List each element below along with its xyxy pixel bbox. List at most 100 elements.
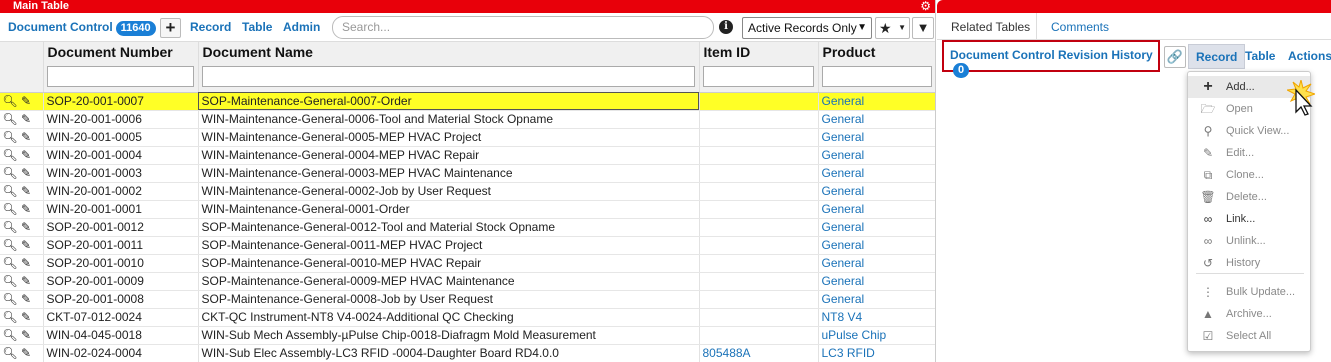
related-table-menu[interactable]: Table (1238, 44, 1282, 69)
search-icon[interactable]: 🔍︎ (2, 129, 18, 146)
table-row[interactable]: 🔍︎ ✎ SOP-20-001-0007 SOP-Maintenance-Genera… (0, 92, 935, 111)
item-id-cell[interactable] (699, 92, 819, 111)
product-link[interactable]: General (822, 94, 865, 108)
product-link[interactable]: LC3 RFID (822, 346, 875, 360)
product-link[interactable]: General (822, 130, 865, 144)
document-name-cell[interactable]: CKT-QC Instrument-NT8 V4-0024-Additional… (198, 308, 700, 327)
document-name-cell[interactable]: SOP-Maintenance-General-0012-Tool and Ma… (198, 218, 700, 237)
product-link[interactable]: General (822, 256, 865, 270)
menu-item-search[interactable]: ⚲ Quick View... (1188, 120, 1310, 142)
admin-menu-link[interactable]: Admin (283, 20, 320, 34)
product-link[interactable]: General (822, 292, 865, 306)
product-link[interactable]: General (822, 166, 865, 180)
item-id-cell[interactable] (699, 200, 819, 219)
column-header[interactable]: Document Name (198, 42, 700, 66)
menu-item-unlink[interactable]: ∞ Unlink... (1188, 230, 1310, 252)
menu-item-history[interactable]: ↺ History (1188, 252, 1310, 274)
document-name-cell[interactable]: SOP-Maintenance-General-0008-Job by User… (198, 290, 700, 309)
pencil-icon[interactable]: ✎ (18, 111, 34, 128)
item-id-filter-input[interactable] (702, 66, 814, 88)
document-number-cell[interactable]: WIN-20-001-0005 (43, 128, 199, 147)
table-row[interactable]: 🔍︎ ✎ WIN-20-001-0005 WIN-Maintenance-Genera… (0, 128, 935, 147)
product-cell[interactable]: General (818, 218, 935, 237)
product-cell[interactable]: LC3 RFID (818, 344, 935, 362)
search-icon[interactable]: 🔍︎ (2, 309, 18, 326)
search-icon[interactable]: 🔍︎ (2, 165, 18, 182)
table-row[interactable]: 🔍︎ ✎ SOP-20-001-0011 SOP-Maintenance-Genera… (0, 236, 935, 255)
document-number-cell[interactable]: SOP-20-001-0009 (43, 272, 199, 291)
table-row[interactable]: 🔍︎ ✎ WIN-20-001-0006 WIN-Maintenance-Genera… (0, 110, 935, 129)
document-name-cell[interactable]: SOP-Maintenance-General-0010-MEP HVAC Re… (198, 254, 700, 273)
product-link[interactable]: General (822, 202, 865, 216)
menu-item-archive[interactable]: ▲ Archive... (1188, 303, 1310, 325)
search-icon[interactable]: 🔍︎ (2, 273, 18, 290)
product-cell[interactable]: General (818, 146, 935, 165)
product-cell[interactable]: General (818, 290, 935, 309)
product-cell[interactable]: uPulse Chip (818, 326, 935, 345)
item-id-cell[interactable]: 805488A (699, 344, 819, 362)
item-id-cell[interactable] (699, 326, 819, 345)
document-number-cell[interactable]: WIN-02-024-0004 (43, 344, 199, 362)
table-row[interactable]: 🔍︎ ✎ SOP-20-001-0009 SOP-Maintenance-Genera… (0, 272, 935, 291)
record-menu-link[interactable]: Record (190, 20, 231, 34)
document-number-cell[interactable]: WIN-20-001-0004 (43, 146, 199, 165)
product-link[interactable]: uPulse Chip (822, 328, 887, 342)
product-cell[interactable]: General (818, 164, 935, 183)
document-name-cell[interactable]: WIN-Sub Mech Assembly-µPulse Chip-0018-D… (198, 326, 700, 345)
table-menu-link[interactable]: Table (242, 20, 272, 34)
document-number-cell[interactable]: SOP-20-001-0008 (43, 290, 199, 309)
pencil-icon[interactable]: ✎ (18, 237, 34, 254)
revision-history-tab[interactable]: Document Control Revision History 0 (942, 40, 1160, 78)
product-cell[interactable]: General (818, 200, 935, 219)
clear-filter-button[interactable]: ▼ (912, 17, 934, 39)
document-name-cell[interactable]: WIN-Maintenance-General-0001-Order (198, 200, 700, 219)
search-icon[interactable]: 🔍︎ (2, 93, 18, 110)
menu-item-trash[interactable]: 🗑︎ Delete... (1188, 186, 1310, 208)
gear-icon[interactable]: ⚙ (920, 0, 931, 13)
tab-related-tables[interactable]: Related Tables (951, 20, 1030, 34)
menu-item-bulk-update[interactable]: ⋮ Bulk Update... (1188, 281, 1310, 303)
link-button[interactable]: 🔗 (1164, 46, 1186, 68)
document-number-cell[interactable]: WIN-20-001-0001 (43, 200, 199, 219)
pencil-icon[interactable]: ✎ (18, 219, 34, 236)
item-id-cell[interactable] (699, 128, 819, 147)
search-icon[interactable]: 🔍︎ (2, 219, 18, 236)
table-row[interactable]: 🔍︎ ✎ WIN-20-001-0001 WIN-Maintenance-Genera… (0, 200, 935, 219)
table-row[interactable]: 🔍︎ ✎ SOP-20-001-0008 SOP-Maintenance-Genera… (0, 290, 935, 309)
product-link[interactable]: General (822, 184, 865, 198)
document-number-cell[interactable]: WIN-04-045-0018 (43, 326, 199, 345)
document-name-filter-input[interactable] (201, 66, 695, 88)
item-id-cell[interactable] (699, 164, 819, 183)
table-row[interactable]: 🔍︎ ✎ WIN-04-045-0018 WIN-Sub Mech Assembly-… (0, 326, 935, 345)
column-header[interactable]: Document Number (43, 42, 199, 66)
search-icon[interactable]: 🔍︎ (2, 291, 18, 308)
pencil-icon[interactable]: ✎ (18, 129, 34, 146)
item-id-cell[interactable] (699, 182, 819, 201)
document-name-cell[interactable]: SOP-Maintenance-General-0011-MEP HVAC Pr… (198, 236, 700, 255)
related-actions-menu[interactable]: Actions (1281, 44, 1331, 69)
pencil-icon[interactable]: ✎ (18, 327, 34, 344)
item-id-cell[interactable] (699, 308, 819, 327)
document-name-cell[interactable]: WIN-Maintenance-General-0005-MEP HVAC Pr… (198, 128, 700, 147)
item-id-cell[interactable] (699, 146, 819, 165)
menu-item-pencil[interactable]: ✎ Edit... (1188, 142, 1310, 164)
pencil-icon[interactable]: ✎ (18, 183, 34, 200)
document-name-cell[interactable]: WIN-Maintenance-General-0003-MEP HVAC Ma… (198, 164, 700, 183)
pencil-icon[interactable]: ✎ (18, 309, 34, 326)
product-cell[interactable]: General (818, 236, 935, 255)
info-icon[interactable]: i (719, 20, 733, 34)
document-number-cell[interactable]: SOP-20-001-0007 (43, 92, 199, 111)
item-id-link[interactable]: 805488A (703, 346, 751, 360)
product-cell[interactable]: General (818, 128, 935, 147)
pencil-icon[interactable]: ✎ (18, 345, 34, 362)
table-row[interactable]: 🔍︎ ✎ WIN-20-001-0004 WIN-Maintenance-Genera… (0, 146, 935, 165)
document-number-cell[interactable]: SOP-20-001-0010 (43, 254, 199, 273)
item-id-cell[interactable] (699, 272, 819, 291)
pencil-icon[interactable]: ✎ (18, 93, 34, 110)
search-icon[interactable]: 🔍︎ (2, 183, 18, 200)
product-cell[interactable]: General (818, 272, 935, 291)
pencil-icon[interactable]: ✎ (18, 147, 34, 164)
product-cell[interactable]: General (818, 92, 935, 111)
item-id-cell[interactable] (699, 110, 819, 129)
pencil-icon[interactable]: ✎ (18, 201, 34, 218)
